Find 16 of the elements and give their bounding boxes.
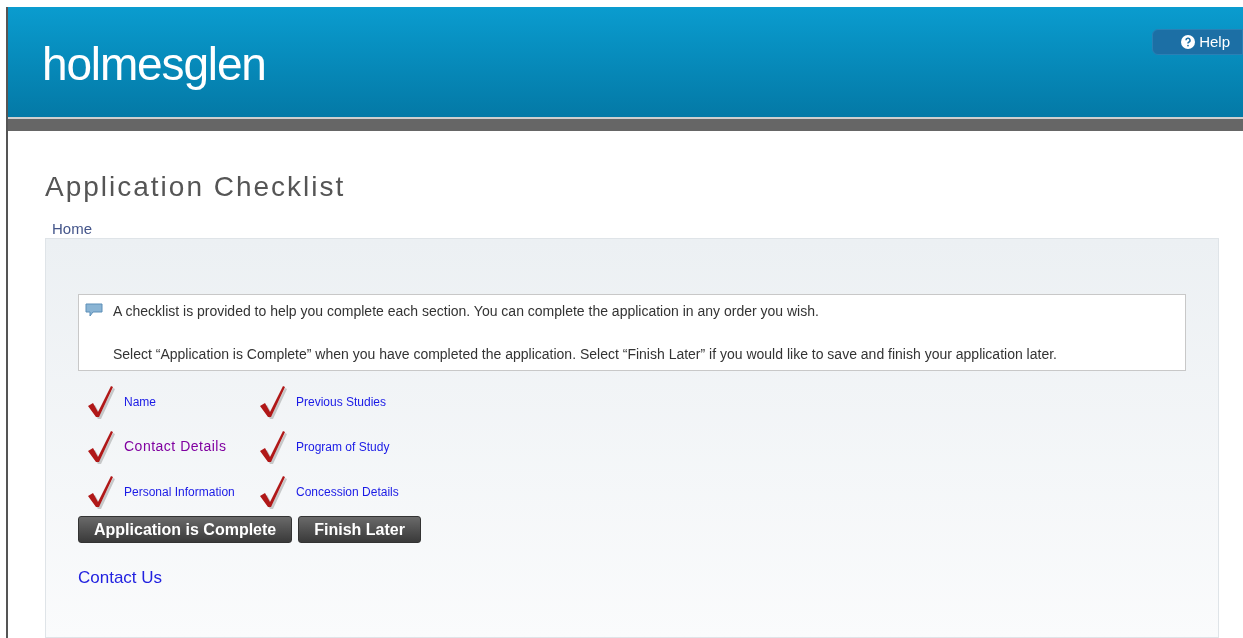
finish-later-button[interactable]: Finish Later bbox=[298, 516, 421, 543]
checklist-link[interactable]: Personal Information bbox=[124, 482, 235, 501]
checklist-link[interactable]: Concession Details bbox=[296, 482, 399, 501]
complete-button[interactable]: Application is Complete bbox=[78, 516, 293, 543]
checklist-link[interactable]: Name bbox=[124, 392, 156, 411]
checklist-link[interactable]: Contact Details bbox=[124, 436, 227, 457]
help-button[interactable]: Help bbox=[1152, 29, 1243, 55]
speech-bubble-icon bbox=[85, 303, 103, 317]
contact-us-link[interactable]: Contact Us bbox=[78, 565, 1186, 591]
info-text: A checklist is provided to help you complete each section. You can complete the application in any order you wish. bbox=[113, 302, 820, 320]
page-title: Application Checklist bbox=[45, 173, 347, 201]
checklist-link[interactable]: Previous Studies bbox=[296, 392, 387, 411]
info-text: Select “Application is Complete” when you have completed the application. Select “Finish Later” if you would like to save and finish your application later. bbox=[113, 345, 1057, 363]
checklist-link[interactable]: Program of Study bbox=[296, 437, 390, 456]
home-link[interactable]: Home bbox=[52, 221, 1219, 236]
help-icon bbox=[1181, 35, 1196, 49]
